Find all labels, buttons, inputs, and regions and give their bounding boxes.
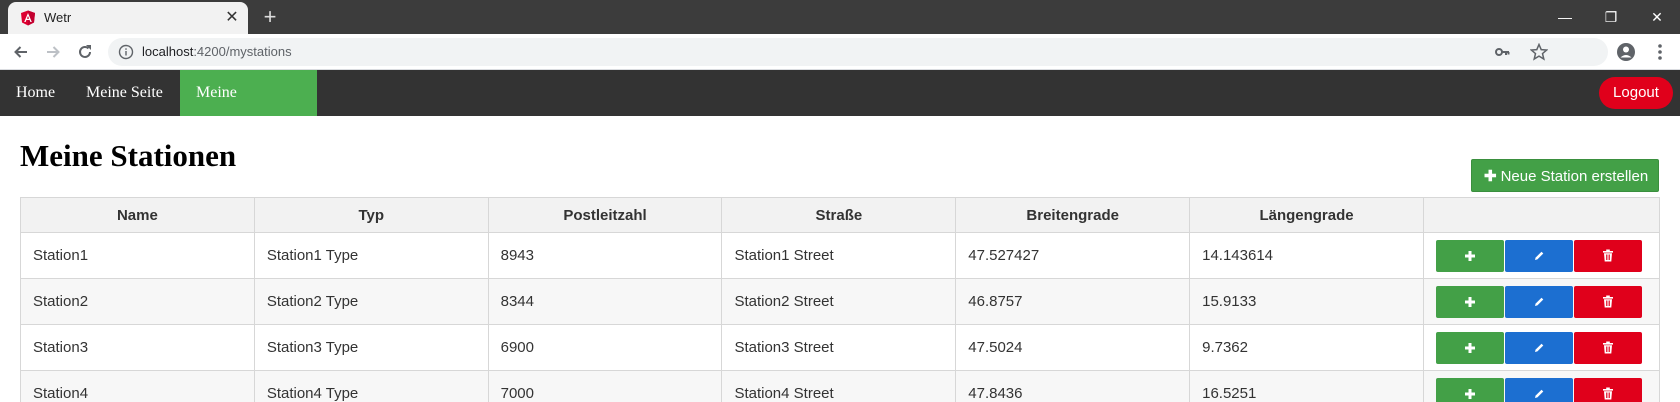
profile-avatar-icon[interactable]: [1616, 42, 1636, 62]
browser-toolbar: localhost:4200/mystations: [0, 34, 1680, 70]
edit-station-button[interactable]: [1504, 331, 1573, 364]
pencil-icon: [1534, 389, 1544, 398]
nav-home[interactable]: Home: [0, 70, 71, 116]
cell-postleitzahl: 8344: [487, 278, 723, 325]
new-station-label: Neue Station erstellen: [1500, 168, 1649, 185]
restore-icon[interactable]: ❐: [1588, 4, 1634, 30]
column-header-laengengrade: Längengrade: [1189, 197, 1424, 233]
cell-postleitzahl: 8943: [487, 232, 723, 279]
cell-postleitzahl: 6900: [487, 324, 723, 371]
nav-meine-stationen[interactable]: Meine Stationen: [180, 70, 317, 147]
cell-strasse: Station3 Street: [721, 324, 957, 371]
cell-breitengrade: 47.527427: [955, 232, 1191, 279]
browser-menu-icon[interactable]: [1650, 42, 1670, 62]
pencil-icon: [1534, 297, 1544, 306]
new-tab-icon[interactable]: +: [258, 5, 282, 29]
edit-station-button[interactable]: [1504, 239, 1573, 272]
cell-name: Station3: [20, 324, 255, 371]
delete-station-button[interactable]: [1573, 239, 1642, 272]
bookmark-star-icon[interactable]: [1530, 43, 1548, 61]
column-header-strasse: Straße: [721, 197, 957, 233]
cell-strasse: Station1 Street: [721, 232, 957, 279]
cell-breitengrade: 47.8436: [955, 370, 1191, 402]
trash-icon: [1602, 341, 1613, 354]
browser-tab-strip: Wetr ✕ + — ❐ ✕: [0, 0, 1680, 34]
delete-station-button[interactable]: [1573, 331, 1642, 364]
trash-icon: [1602, 249, 1613, 262]
url-host: localhost: [142, 44, 194, 59]
plus-icon: [1464, 250, 1475, 261]
table-row: Station4 Station4 Type 7000 Station4 Str…: [20, 370, 1661, 402]
stations-table: Name Typ Postleitzahl Straße Breitengrad…: [20, 197, 1661, 402]
nav-meine-seite[interactable]: Meine Seite: [70, 70, 179, 116]
table-row: Station3 Station3 Type 6900 Station3 Str…: [20, 324, 1661, 371]
forward-arrow-icon[interactable]: [43, 42, 63, 62]
browser-tab[interactable]: Wetr ✕: [8, 2, 248, 34]
add-measurement-button[interactable]: [1435, 285, 1504, 318]
cell-actions: [1422, 370, 1661, 402]
trash-icon: [1602, 387, 1613, 400]
cell-actions: [1422, 278, 1661, 325]
cell-typ: Station3 Type: [253, 324, 489, 371]
pencil-icon: [1534, 343, 1544, 352]
cell-laengengrade: 15.9133: [1189, 278, 1424, 325]
delete-station-button[interactable]: [1573, 377, 1642, 402]
cell-laengengrade: 16.5251: [1189, 370, 1424, 402]
angular-favicon-icon: [21, 10, 35, 26]
cell-actions: [1422, 324, 1661, 371]
cell-name: Station1: [20, 232, 255, 279]
url-path: :4200/mystations: [193, 44, 292, 59]
url-text: localhost:4200/mystations: [142, 44, 292, 59]
table-row: Station2 Station2 Type 8344 Station2 Str…: [20, 278, 1661, 325]
app-navbar: Home Meine Seite Meine Stationen: [0, 70, 1680, 147]
table-header-row: Name Typ Postleitzahl Straße Breitengrad…: [20, 197, 1661, 233]
new-station-button[interactable]: ✚ Neue Station erstellen: [1471, 159, 1659, 192]
table-row: Station1 Station1 Type 8943 Station1 Str…: [20, 232, 1661, 279]
cell-laengengrade: 9.7362: [1189, 324, 1424, 371]
add-measurement-button[interactable]: [1435, 377, 1504, 402]
close-tab-icon[interactable]: ✕: [222, 8, 242, 28]
cell-strasse: Station2 Street: [721, 278, 957, 325]
window-close-icon[interactable]: ✕: [1634, 4, 1680, 30]
cell-typ: Station4 Type: [253, 370, 489, 402]
site-info-icon[interactable]: [118, 44, 134, 60]
logout-button[interactable]: Logout: [1599, 77, 1673, 109]
pencil-icon: [1534, 251, 1544, 260]
trash-icon: [1602, 295, 1613, 308]
cell-postleitzahl: 7000: [487, 370, 723, 402]
column-header-breitengrade: Breitengrade: [955, 197, 1191, 233]
cell-breitengrade: 46.8757: [955, 278, 1191, 325]
cell-actions: [1422, 232, 1661, 279]
cell-strasse: Station4 Street: [721, 370, 957, 402]
cell-typ: Station2 Type: [253, 278, 489, 325]
browser-tab-title: Wetr: [44, 10, 72, 25]
cell-typ: Station1 Type: [253, 232, 489, 279]
add-measurement-button[interactable]: [1435, 239, 1504, 272]
column-header-typ: Typ: [253, 197, 489, 233]
column-header-name: Name: [20, 197, 255, 233]
cell-breitengrade: 47.5024: [955, 324, 1191, 371]
cell-name: Station4: [20, 370, 255, 402]
column-header-actions: [1422, 197, 1661, 233]
minimize-icon[interactable]: —: [1542, 4, 1588, 30]
column-header-postleitzahl: Postleitzahl: [487, 197, 723, 233]
edit-station-button[interactable]: [1504, 285, 1573, 318]
page-title: Meine Stationen: [20, 138, 237, 173]
add-measurement-button[interactable]: [1435, 331, 1504, 364]
back-arrow-icon[interactable]: [11, 42, 31, 62]
cell-name: Station2: [20, 278, 255, 325]
plus-icon: [1464, 342, 1475, 353]
edit-station-button[interactable]: [1504, 377, 1573, 402]
cell-laengengrade: 14.143614: [1189, 232, 1424, 279]
plus-icon: ✚: [1484, 168, 1497, 185]
reload-icon[interactable]: [75, 42, 95, 62]
address-bar[interactable]: localhost:4200/mystations: [108, 38, 1608, 66]
plus-icon: [1464, 388, 1475, 399]
plus-icon: [1464, 296, 1475, 307]
delete-station-button[interactable]: [1573, 285, 1642, 318]
key-icon[interactable]: [1494, 44, 1510, 60]
